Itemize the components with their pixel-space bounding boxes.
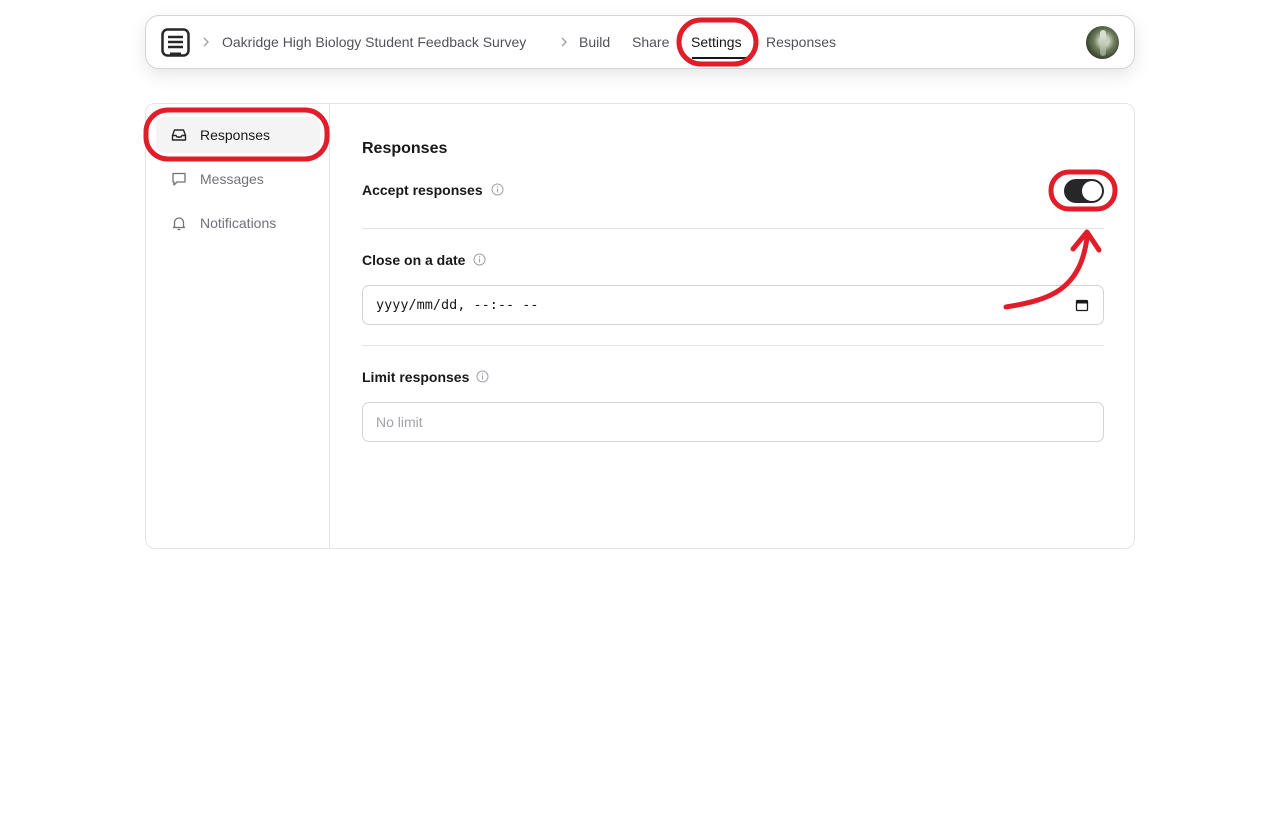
close-date-value: yyyy/mm/dd, --:-- -- <box>376 297 539 313</box>
sidebar-item-notifications[interactable]: Notifications <box>156 205 320 241</box>
accept-responses-toggle[interactable] <box>1064 179 1104 203</box>
accept-responses-label: Accept responses <box>362 182 483 198</box>
close-date-input[interactable]: yyyy/mm/dd, --:-- -- <box>362 285 1104 325</box>
breadcrumb-form-title[interactable]: Oakridge High Biology Student Feedback S… <box>222 34 526 50</box>
divider <box>362 345 1104 346</box>
sidebar-item-label: Messages <box>200 171 264 187</box>
info-icon[interactable] <box>473 253 486 266</box>
sidebar-item-label: Notifications <box>200 215 277 231</box>
user-avatar[interactable] <box>1086 26 1119 59</box>
chevron-right-icon <box>203 37 209 47</box>
nav-settings[interactable]: Settings <box>691 34 742 50</box>
settings-panel: Responses Messages Notifications Respons… <box>145 103 1135 549</box>
settings-sidebar: Responses Messages Notifications <box>146 104 330 548</box>
sidebar-item-responses[interactable]: Responses <box>156 117 320 153</box>
sidebar-item-messages[interactable]: Messages <box>156 161 320 197</box>
limit-responses-label: Limit responses <box>362 369 470 385</box>
info-icon[interactable] <box>491 183 504 196</box>
nav-share[interactable]: Share <box>632 34 669 50</box>
info-icon[interactable] <box>476 370 489 383</box>
nav-build[interactable]: Build <box>579 34 610 50</box>
limit-responses-placeholder: No limit <box>376 414 423 430</box>
section-title: Responses <box>362 140 448 157</box>
message-icon <box>172 172 186 186</box>
close-date-label: Close on a date <box>362 252 466 268</box>
app-logo-icon[interactable] <box>161 28 190 57</box>
divider <box>362 228 1104 229</box>
active-tab-underline <box>692 57 746 59</box>
bell-icon <box>172 217 186 231</box>
inbox-icon <box>171 129 187 141</box>
chevron-right-icon <box>561 37 567 47</box>
calendar-icon[interactable] <box>1075 298 1089 312</box>
toggle-knob <box>1082 181 1102 201</box>
top-nav-bar: Oakridge High Biology Student Feedback S… <box>145 15 1135 69</box>
limit-responses-input[interactable]: No limit <box>362 402 1104 442</box>
nav-responses[interactable]: Responses <box>766 34 836 50</box>
sidebar-item-label: Responses <box>200 127 271 143</box>
